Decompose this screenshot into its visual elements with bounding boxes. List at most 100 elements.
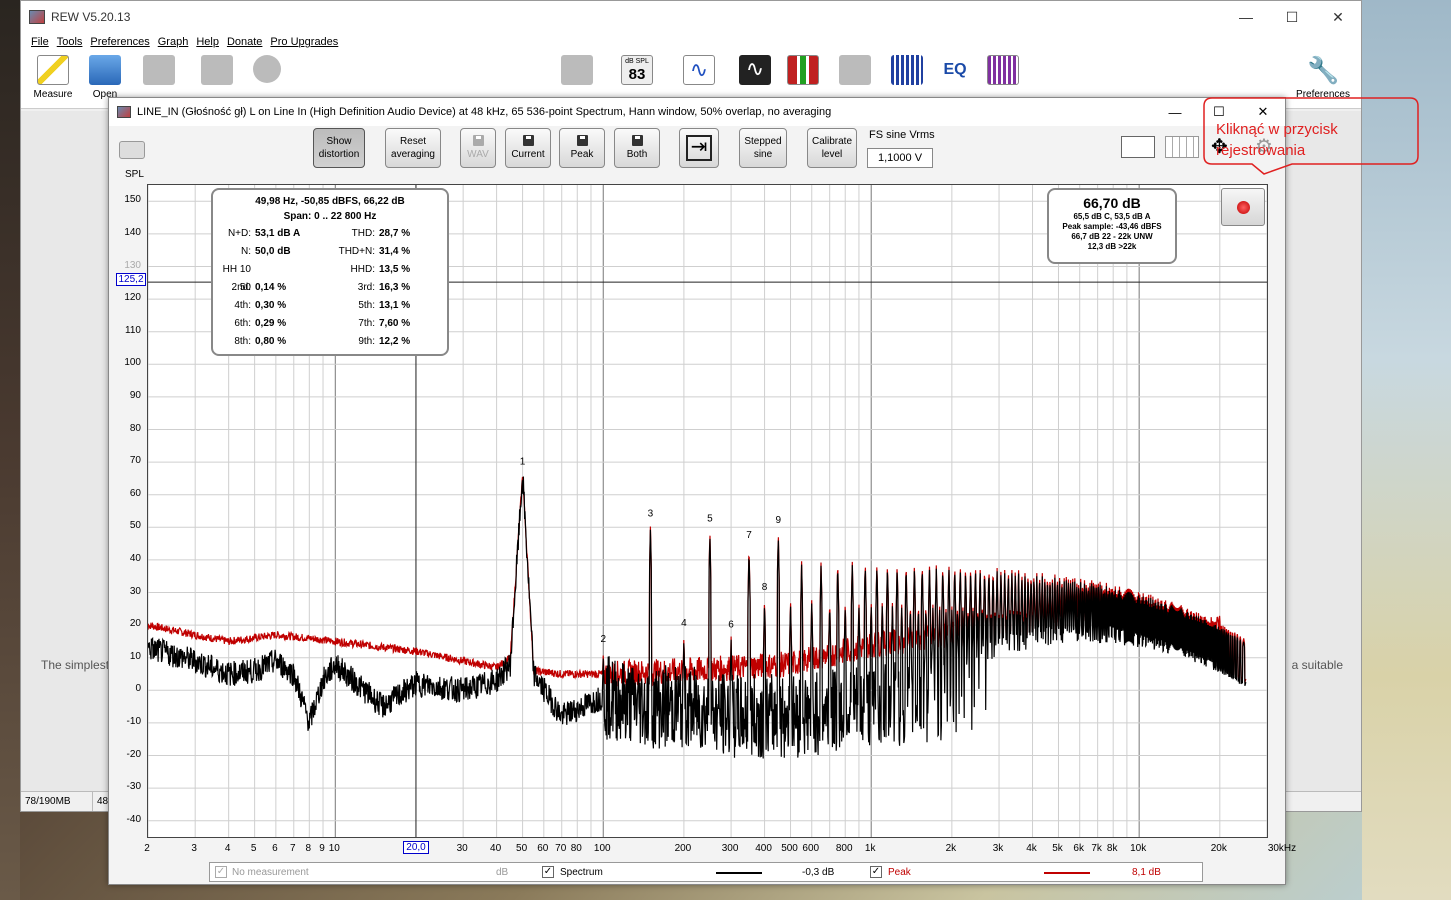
memory-status: 78/190MB bbox=[21, 792, 93, 811]
layout-columns-icon[interactable] bbox=[1165, 136, 1199, 158]
save-all-icon bbox=[143, 55, 175, 85]
harmonic-label: 2 bbox=[600, 634, 606, 645]
y-tick-label: 30 bbox=[129, 585, 141, 597]
spl-meter-value: 83 bbox=[628, 66, 646, 83]
wrench-icon: 🔧 bbox=[1307, 55, 1340, 85]
spl-meter-button[interactable]: dB SPL 83 bbox=[609, 55, 665, 89]
distortion-value: 12,2 % bbox=[379, 336, 411, 347]
y-tick-label: -40 bbox=[126, 813, 141, 825]
save-wav-button[interactable]: WAV bbox=[460, 128, 496, 168]
y-tick-label: -10 bbox=[126, 715, 141, 727]
y-tick-label: -30 bbox=[126, 781, 141, 793]
distortion-row: N: 50,0 dB THD+N: 31,4 % bbox=[221, 243, 439, 261]
spectrum-titlebar: LINE_IN (Głośność gł) L on Line In (High… bbox=[109, 98, 1285, 126]
distortion-label: 8th: bbox=[234, 336, 251, 347]
measure-button[interactable]: Measure bbox=[25, 55, 81, 100]
distortion-value: 0,14 % bbox=[255, 282, 287, 293]
show-distortion-button[interactable]: Show distortion bbox=[313, 128, 365, 168]
harmonic-label: 7 bbox=[746, 530, 752, 541]
record-button[interactable] bbox=[1221, 188, 1265, 226]
import-icon: ⇥ bbox=[686, 135, 712, 161]
peak-trace bbox=[147, 476, 1247, 687]
import-button[interactable]: ⇥ bbox=[679, 128, 719, 168]
distortion-label: THD+N: bbox=[338, 246, 375, 257]
camera-icon[interactable] bbox=[119, 141, 145, 159]
fs-sine-input[interactable]: 1,1000 V bbox=[867, 148, 933, 168]
x-tick-label: 200 bbox=[674, 843, 692, 854]
spectrum-legend-label: Spectrum bbox=[560, 867, 603, 878]
cursor-freq-readout[interactable]: 20,0 bbox=[403, 841, 429, 854]
preferences-button[interactable]: 🔧 Preferences bbox=[1293, 55, 1353, 100]
distortion-value: 28,7 % bbox=[379, 228, 411, 239]
menu-bar: File Tools Preferences Graph Help Donate… bbox=[21, 33, 1361, 51]
distortion-row: 4th: 0,30 % 5th: 13,1 % bbox=[221, 297, 439, 315]
save-current-button[interactable]: Current bbox=[505, 128, 551, 168]
level-above-22k: 12,3 dB >22k bbox=[1087, 242, 1137, 251]
harmonic-label: 1 bbox=[520, 457, 526, 468]
overlays-button[interactable] bbox=[827, 55, 883, 89]
distortion-value: 13,1 % bbox=[379, 300, 411, 311]
distortion-row: 2nd: 0,14 % 3rd: 16,3 % bbox=[221, 279, 439, 297]
ir-windows-button[interactable] bbox=[549, 55, 605, 89]
spectrum-checkbox[interactable]: ✓ bbox=[542, 866, 554, 878]
info-icon bbox=[253, 55, 281, 83]
menu-graph[interactable]: Graph bbox=[158, 36, 189, 48]
rta-icon bbox=[891, 55, 923, 85]
x-tick-label: 2k bbox=[945, 843, 957, 854]
distortion-value: 16,3 % bbox=[379, 282, 411, 293]
rew-app-icon bbox=[29, 10, 45, 24]
y-tick-label: 130 bbox=[124, 259, 141, 271]
menu-file[interactable]: File bbox=[31, 36, 49, 48]
distortion-value: 31,4 % bbox=[379, 246, 411, 257]
peak-checkbox[interactable]: ✓ bbox=[870, 866, 882, 878]
info-button[interactable] bbox=[239, 55, 295, 87]
spl-meter-unit: dB SPL bbox=[625, 58, 649, 65]
floppy-icon bbox=[472, 135, 484, 146]
peak-legend-value: 8,1 dB bbox=[1132, 867, 1161, 878]
distortion-label: N: bbox=[241, 246, 251, 257]
menu-help[interactable]: Help bbox=[196, 36, 219, 48]
eq-icon: EQ bbox=[943, 61, 967, 78]
menu-tools[interactable]: Tools bbox=[57, 36, 83, 48]
maximize-button[interactable]: ☐ bbox=[1269, 1, 1315, 33]
spectrum-window: LINE_IN (Głośność gł) L on Line In (High… bbox=[108, 97, 1296, 885]
y-tick-label: 120 bbox=[124, 292, 141, 304]
folder-icon bbox=[89, 55, 121, 85]
x-tick-label: 10 bbox=[328, 843, 340, 854]
level-panel: 66,70 dB 65,5 dB C, 53,5 dB A Peak sampl… bbox=[1047, 188, 1177, 264]
menu-donate[interactable]: Donate bbox=[227, 36, 262, 48]
reset-averaging-button[interactable]: Reset averaging bbox=[385, 128, 441, 168]
save-peak-button[interactable]: Peak bbox=[559, 128, 605, 168]
minimize-button[interactable]: — bbox=[1223, 1, 1269, 33]
distortion-label: 4th: bbox=[234, 300, 251, 311]
stepped-sine-button[interactable]: Stepped sine bbox=[739, 128, 787, 168]
spectrum-minimize-button[interactable]: — bbox=[1153, 98, 1197, 126]
measure-icon bbox=[37, 55, 69, 85]
no-measurement-checkbox[interactable]: ✓ bbox=[215, 866, 227, 878]
levels-button[interactable] bbox=[775, 55, 831, 89]
x-tick-label: 2 bbox=[144, 843, 150, 854]
menu-preferences[interactable]: Preferences bbox=[90, 36, 149, 48]
layout-single-icon[interactable] bbox=[1121, 136, 1155, 158]
generator-button[interactable]: ∿ bbox=[671, 55, 727, 89]
scope-icon: ∿ bbox=[739, 55, 771, 85]
cursor-level-readout[interactable]: 125,2 bbox=[116, 273, 146, 286]
remove-all-button[interactable] bbox=[189, 55, 245, 89]
y-tick-label: 10 bbox=[129, 650, 141, 662]
menu-pro-upgrades[interactable]: Pro Upgrades bbox=[270, 36, 338, 48]
graph-legend: ✓ No measurement dB ✓ Spectrum -0,3 dB ✓… bbox=[209, 862, 1203, 882]
open-button[interactable]: Open bbox=[77, 55, 133, 100]
floppy-icon bbox=[522, 135, 534, 146]
room-sim-button[interactable] bbox=[975, 55, 1031, 89]
save-both-button[interactable]: Both bbox=[614, 128, 660, 168]
save-all-button[interactable] bbox=[131, 55, 187, 89]
x-tick-label: 30kHz bbox=[1267, 843, 1297, 854]
distortion-value: 0,30 % bbox=[255, 300, 287, 311]
y-tick-label: 50 bbox=[129, 520, 141, 532]
level-unweighted: 66,7 dB 22 - 22k UNW bbox=[1071, 232, 1153, 241]
close-button[interactable]: ✕ bbox=[1315, 1, 1361, 33]
calibrate-level-button[interactable]: Calibrate level bbox=[807, 128, 857, 168]
y-tick-label: 110 bbox=[125, 324, 141, 336]
ir-windows-icon bbox=[561, 55, 593, 85]
distortion-value: 7,60 % bbox=[379, 318, 411, 329]
